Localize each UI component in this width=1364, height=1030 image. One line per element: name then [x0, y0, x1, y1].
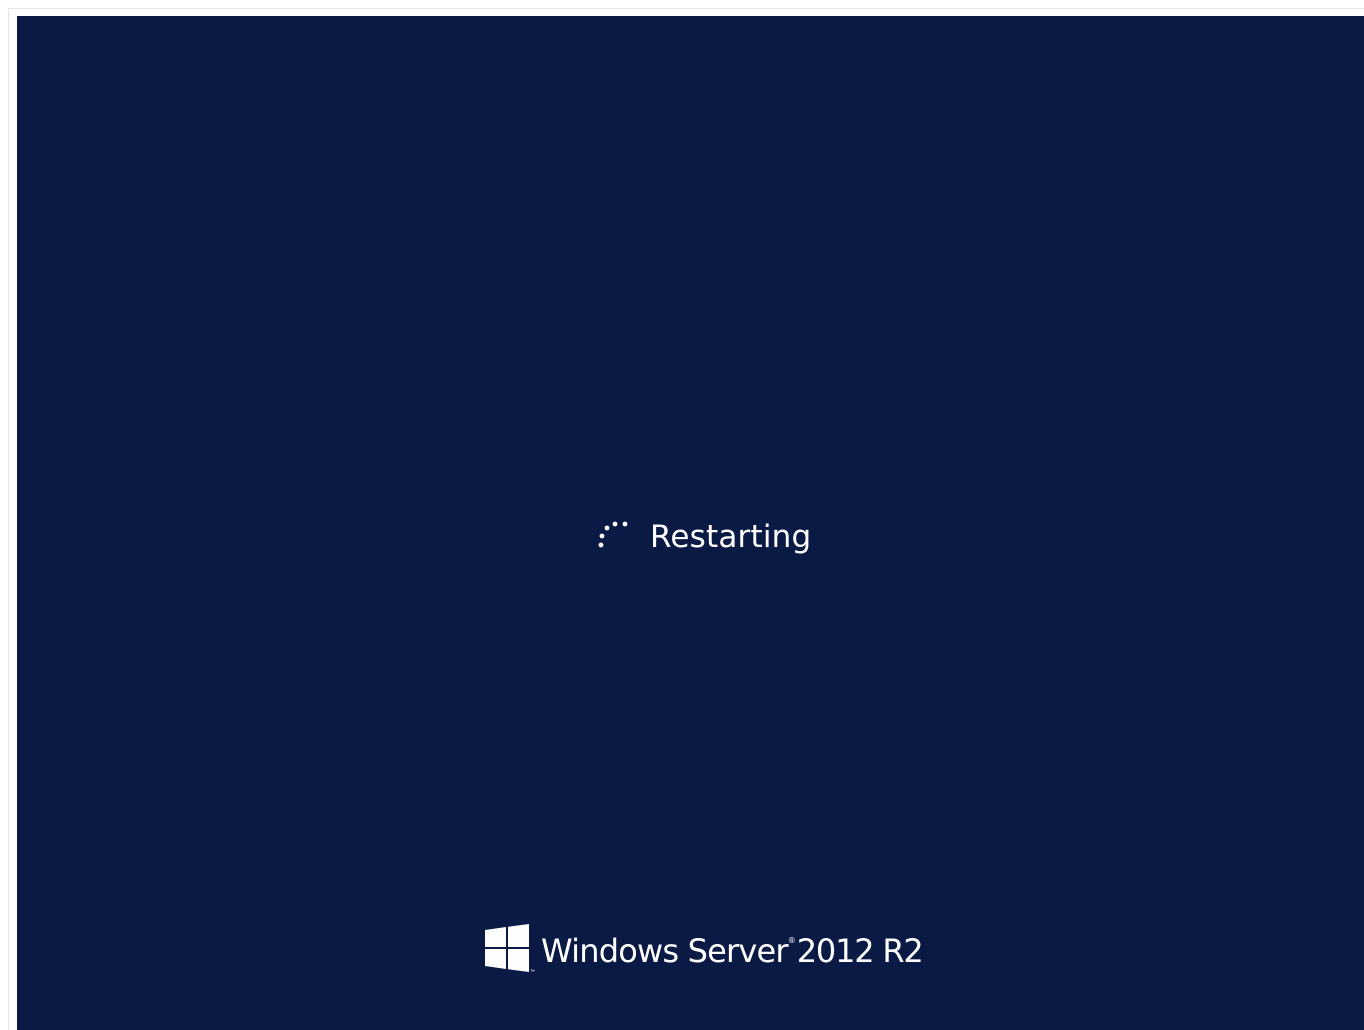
- product-prefix: Windows Server: [541, 932, 789, 970]
- registered-mark: ®: [787, 936, 796, 945]
- product-name: Windows Server®2012 R2: [541, 932, 924, 970]
- product-version: 2012 R2: [796, 932, 924, 970]
- restart-screen: Restarting ™ Windows Server®2012 R2: [17, 16, 1364, 1030]
- trademark-symbol: ™: [530, 969, 535, 975]
- product-branding: ™ Windows Server®2012 R2: [485, 924, 924, 984]
- status-text: Restarting: [650, 519, 812, 555]
- loading-dots-icon: [598, 521, 628, 548]
- restart-status: Restarting: [577, 504, 837, 564]
